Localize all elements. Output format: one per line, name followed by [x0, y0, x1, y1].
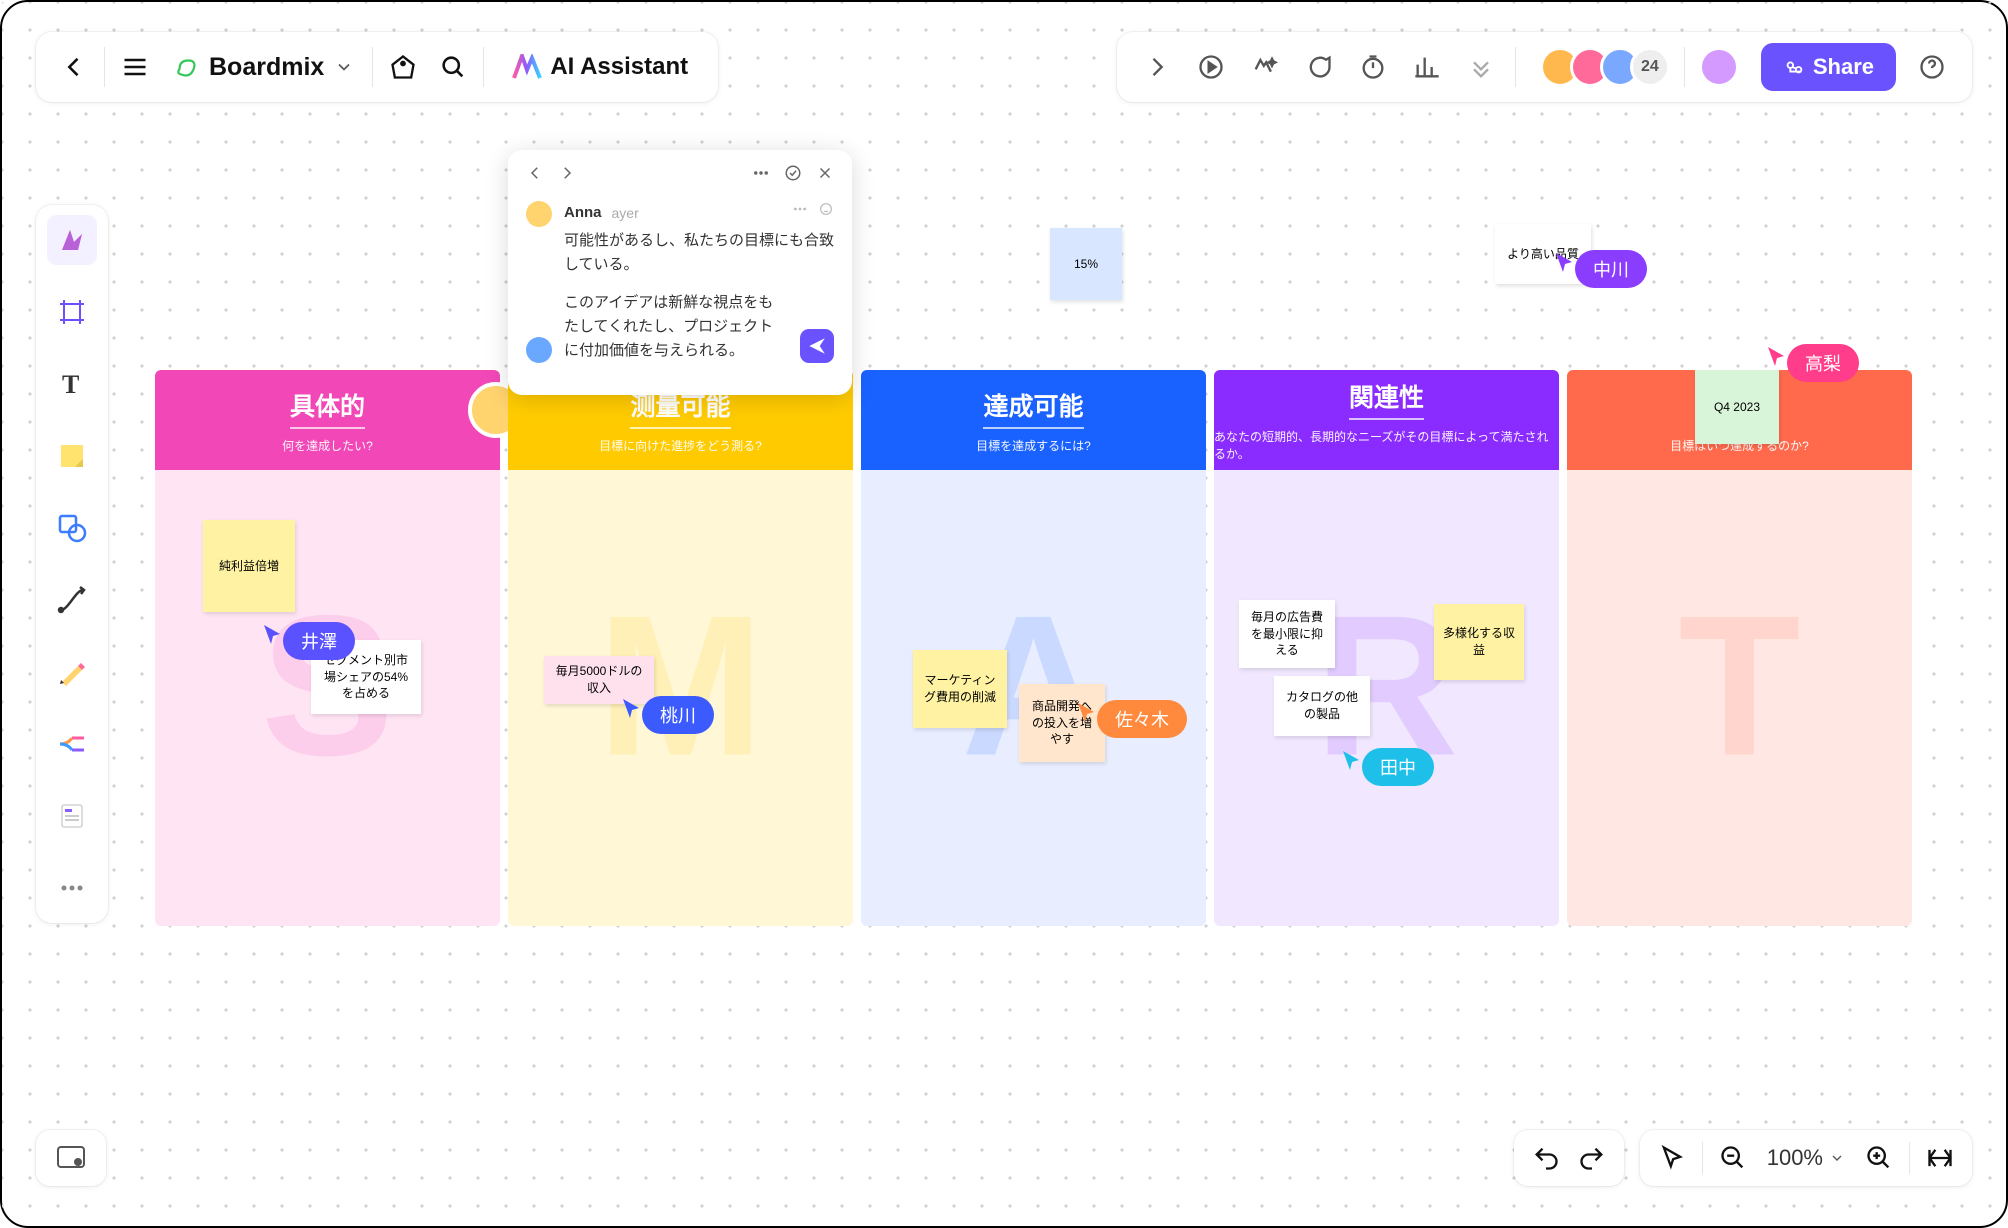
comment-next-icon[interactable]: [558, 164, 576, 187]
column-subtitle: 何を達成したい?: [282, 437, 373, 454]
cursor-momokawa: 桃川: [620, 684, 714, 734]
share-button[interactable]: Share: [1761, 43, 1896, 91]
tool-sticky[interactable]: [47, 431, 97, 481]
tool-text[interactable]: T: [47, 359, 97, 409]
column-title: 具体的: [290, 387, 365, 429]
sparkle-icon[interactable]: [1241, 43, 1289, 91]
toolbar-prev-icon[interactable]: [1133, 43, 1181, 91]
view-controls: 100%: [1640, 1130, 1972, 1186]
zoom-level[interactable]: 100%: [1757, 1145, 1855, 1171]
sticky-note[interactable]: 15%: [1050, 228, 1122, 300]
comment-close-icon[interactable]: [816, 164, 834, 187]
comment-prev-icon[interactable]: [526, 164, 544, 187]
tool-connector[interactable]: [47, 575, 97, 625]
comment-reply-text[interactable]: このアイデアは新鮮な視点をもたしてくれたし、プロジェクトに付加価値を与えられる。: [564, 291, 788, 363]
tool-mindmap[interactable]: [47, 719, 97, 769]
chart-icon[interactable]: [1403, 43, 1451, 91]
more-tools-icon[interactable]: [1457, 43, 1505, 91]
ai-assistant-button[interactable]: AI Assistant: [490, 53, 704, 81]
undo-button[interactable]: [1524, 1136, 1568, 1180]
tool-frame[interactable]: [47, 287, 97, 337]
comment-avatar: [526, 201, 552, 227]
left-toolbar: T: [36, 205, 108, 923]
tool-more[interactable]: [47, 863, 97, 913]
undo-redo-group: [1514, 1130, 1624, 1186]
zoom-in-button[interactable]: [1857, 1136, 1901, 1180]
current-user-avatar[interactable]: [1699, 47, 1739, 87]
minimap-button[interactable]: [36, 1130, 106, 1186]
comment-author: Anna: [564, 201, 602, 225]
cursor-sasaki: 佐々木: [1075, 688, 1187, 738]
help-button[interactable]: [1908, 43, 1956, 91]
column-m[interactable]: 测量可能目標に向けた進捗をどう測る? M 毎月5000ドルの収入 桃川: [508, 370, 853, 926]
ai-assistant-label: AI Assistant: [550, 53, 688, 81]
comment-more-icon[interactable]: [752, 164, 770, 187]
ai-logo-icon: [512, 54, 542, 80]
comment-text: 可能性があるし、私たちの目標にも合致している。: [564, 229, 834, 277]
tool-pen[interactable]: [47, 647, 97, 697]
avatar-extra: 24: [1630, 47, 1670, 87]
fit-view-button[interactable]: [1918, 1136, 1962, 1180]
column-s[interactable]: 具体的何を達成したい? S 純利益倍増 セグメント別市場シェアの54%を占める …: [155, 370, 500, 926]
comment-time: ayer: [612, 202, 639, 224]
comment-popup[interactable]: Anna ayer 可能性があるし、私たちの目標にも合致している。 このアイデア…: [508, 150, 852, 395]
bottom-right-controls: 100%: [1514, 1130, 1972, 1186]
board[interactable]: 具体的何を達成したい? S 純利益倍増 セグメント別市場シェアの54%を占める …: [155, 370, 1912, 926]
svg-text:T: T: [62, 370, 79, 399]
back-button[interactable]: [50, 43, 98, 91]
tool-document[interactable]: [47, 791, 97, 841]
share-label: Share: [1813, 54, 1874, 80]
redo-button[interactable]: [1570, 1136, 1614, 1180]
play-icon[interactable]: [1187, 43, 1235, 91]
column-subtitle: あなたの短期的、長期的なニーズがその目標によって満たされるか。: [1214, 428, 1559, 462]
menu-button[interactable]: [111, 43, 159, 91]
topbar-left: Boardmix AI Assistant: [36, 32, 718, 102]
comment-resolve-icon[interactable]: [784, 164, 802, 187]
brand[interactable]: Boardmix: [161, 53, 366, 82]
column-a[interactable]: 達成可能目標を達成するには? A 15% マーケティング費用の削減 商品開発への…: [861, 370, 1206, 926]
comment-item-more-icon[interactable]: [792, 201, 808, 225]
sticky-note[interactable]: カタログの他の製品: [1274, 676, 1370, 736]
column-title: 達成可能: [983, 387, 1083, 429]
sticky-note[interactable]: マーケティング費用の削減: [913, 650, 1007, 728]
column-title: 関連性: [1349, 378, 1424, 420]
search-button[interactable]: [429, 43, 477, 91]
topbar-right: 24 Share: [1117, 32, 1972, 102]
column-subtitle: 目標を達成するには?: [976, 437, 1091, 454]
comment-emoji-icon[interactable]: [818, 201, 834, 225]
comment-send-button[interactable]: [800, 329, 834, 363]
sticky-note[interactable]: 毎月の広告費を最小限に抑える: [1239, 600, 1335, 668]
comment-icon[interactable]: [1295, 43, 1343, 91]
column-r[interactable]: 関連性あなたの短期的、長期的なニーズがその目標によって満たされるか。 R 毎月の…: [1214, 370, 1559, 926]
zoom-out-button[interactable]: [1711, 1136, 1755, 1180]
column-subtitle: 目標に向けた進捗をどう測る?: [599, 437, 762, 454]
tool-shape[interactable]: [47, 503, 97, 553]
cursor-tanaka: 田中: [1340, 736, 1434, 786]
tool-select[interactable]: [47, 215, 97, 265]
timer-icon[interactable]: [1349, 43, 1397, 91]
column-t[interactable]: 期限目標はいつ達成するのか? T より高い品質 Q4 2023 中川 高梨: [1567, 370, 1912, 926]
cursor-izawa: 井澤: [261, 610, 355, 660]
comment-avatar: [526, 337, 552, 363]
sticky-note[interactable]: 純利益倍増: [203, 520, 295, 612]
brand-label: Boardmix: [209, 53, 324, 82]
cursor-takanashi: 高梨: [1765, 332, 1859, 382]
tag-button[interactable]: [379, 43, 427, 91]
sticky-note[interactable]: 多様化する収益: [1434, 604, 1524, 680]
pointer-mode[interactable]: [1650, 1136, 1694, 1180]
cursor-nakagawa: 中川: [1553, 238, 1647, 288]
collaborator-avatars[interactable]: 24: [1540, 47, 1670, 87]
